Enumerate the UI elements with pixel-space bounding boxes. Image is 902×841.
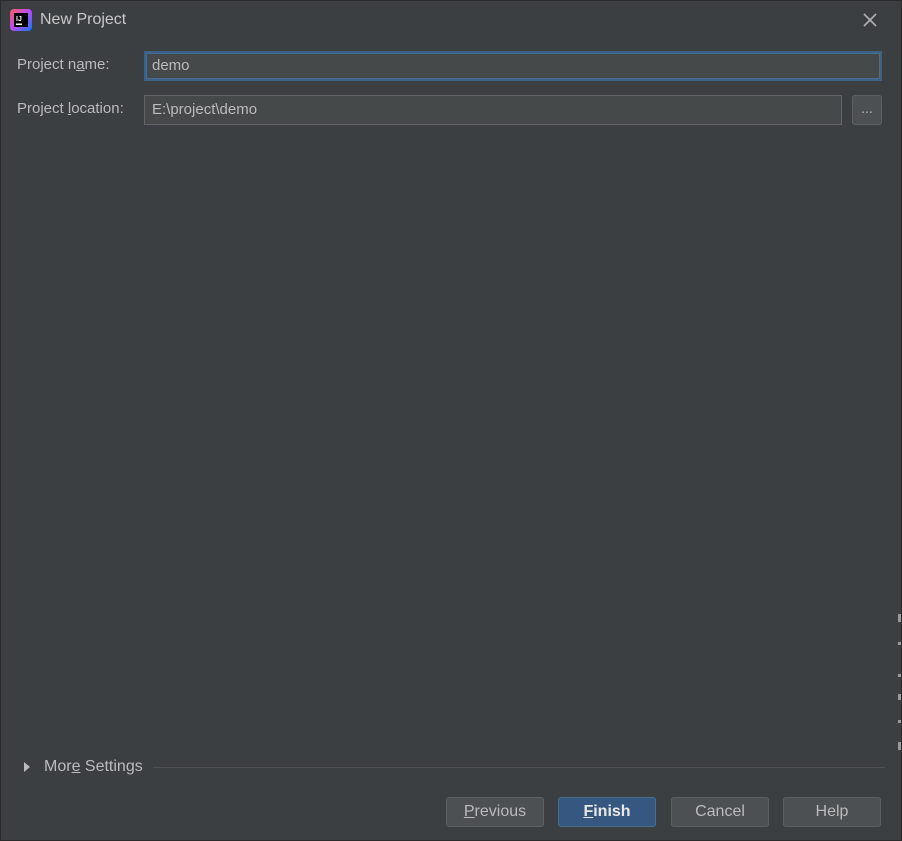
- previous-button[interactable]: Previous: [446, 797, 544, 827]
- title-bar: IJ New Project: [1, 1, 901, 39]
- background-window-edge: [898, 614, 901, 750]
- more-settings-label: More Settings: [44, 758, 143, 775]
- project-location-input[interactable]: E:\project\demo: [144, 95, 842, 125]
- browse-location-button[interactable]: ...: [852, 95, 882, 125]
- project-location-label: Project location:: [17, 100, 124, 117]
- finish-button[interactable]: Finish: [558, 797, 656, 827]
- project-name-value: demo: [152, 57, 190, 74]
- more-settings-toggle[interactable]: More Settings: [21, 756, 143, 778]
- help-button[interactable]: Help: [783, 797, 881, 827]
- more-settings-divider: [153, 767, 885, 768]
- expand-triangle-icon: [24, 762, 30, 772]
- new-project-dialog: IJ New Project Project name: demo Projec…: [0, 0, 902, 841]
- project-name-input[interactable]: demo: [144, 51, 882, 81]
- project-location-value: E:\project\demo: [152, 101, 258, 118]
- project-name-label: Project name:: [17, 56, 110, 73]
- dialog-title: New Project: [40, 11, 127, 28]
- cancel-button[interactable]: Cancel: [671, 797, 769, 827]
- intellij-idea-icon: IJ: [10, 9, 32, 31]
- svg-text:IJ: IJ: [16, 16, 22, 23]
- close-icon[interactable]: [861, 11, 879, 29]
